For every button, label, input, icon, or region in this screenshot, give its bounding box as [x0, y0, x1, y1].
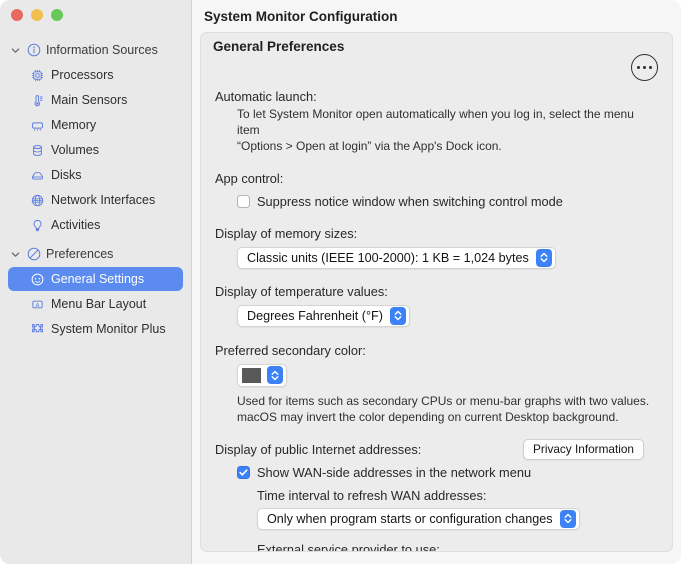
sidebar-item-activities[interactable]: Activities [8, 213, 183, 237]
temperature-values-dropdown[interactable]: Degrees Fahrenheit (°F) [237, 304, 410, 327]
sidebar-item-label: Memory [51, 118, 97, 132]
sidebar-item-label: Disks [51, 168, 82, 182]
menubar-icon: A [30, 297, 45, 312]
sidebar-item-label: General Settings [51, 272, 145, 286]
show-wan-checkbox[interactable] [237, 465, 250, 479]
temperature-values-label: Display of temperature values: [215, 283, 388, 299]
suppress-notice-label: Suppress notice window when switching co… [257, 193, 563, 209]
main-area: System Monitor Configuration General Pre… [192, 0, 681, 564]
page-title: General Preferences [213, 39, 345, 54]
suppress-notice-checkbox-row[interactable]: Suppress notice window when switching co… [237, 194, 658, 209]
globe-icon [30, 193, 45, 208]
sidebar-item-disks[interactable]: Disks [8, 163, 183, 187]
show-wan-label: Show WAN-side addresses in the network m… [257, 464, 532, 480]
chevron-updown-icon[interactable] [559, 509, 576, 528]
automatic-launch-label: Automatic launch: [215, 89, 317, 104]
sidebar: Information Sources Processors Main Sens… [0, 0, 192, 564]
secondary-color-help-line2: macOS may invert the color depending on … [237, 409, 619, 424]
chevron-down-icon[interactable] [10, 249, 21, 260]
preferences-panel: General Preferences Automatic launch: To… [200, 32, 673, 552]
gear-circle-icon [30, 272, 45, 287]
memory-sizes-label: Display of memory sizes: [215, 225, 358, 241]
puzzle-icon [30, 322, 45, 337]
memory-sizes-value: Classic units (IEEE 100-2000): 1 KB = 1,… [247, 250, 529, 265]
lightbulb-icon [30, 218, 45, 233]
sidebar-item-network-interfaces[interactable]: Network Interfaces [8, 188, 183, 212]
sidebar-item-memory[interactable]: Memory [8, 113, 183, 137]
secondary-color-help: Used for items such as secondary CPUs or… [237, 394, 658, 426]
internet-addresses-row: Display of public Internet addresses: Pr… [215, 438, 658, 460]
chevron-updown-icon[interactable] [267, 366, 283, 385]
volumes-icon [30, 143, 45, 158]
system-monitor-configuration-window: Information Sources Processors Main Sens… [0, 0, 681, 564]
refresh-interval-dropdown[interactable]: Only when program starts or configuratio… [257, 507, 580, 530]
sidebar-item-volumes[interactable]: Volumes [8, 138, 183, 162]
sidebar-item-label: Network Interfaces [51, 193, 156, 207]
sidebar-item-label: System Monitor Plus [51, 322, 166, 336]
chevron-updown-icon[interactable] [389, 306, 406, 325]
sidebar-item-menu-bar-layout[interactable]: A Menu Bar Layout [8, 292, 183, 316]
sidebar-item-label: Volumes [51, 143, 99, 157]
sidebar-group-preferences[interactable]: Preferences [0, 242, 191, 266]
memory-sizes-dropdown[interactable]: Classic units (IEEE 100-2000): 1 KB = 1,… [237, 246, 556, 269]
close-window-button[interactable] [11, 9, 23, 21]
sidebar-nav: Information Sources Processors Main Sens… [0, 38, 191, 342]
memory-icon [30, 118, 45, 133]
refresh-interval-label: Time interval to refresh WAN addresses: [257, 487, 487, 503]
secondary-color-help-line1: Used for items such as secondary CPUs or… [237, 393, 650, 408]
slash-circle-icon [26, 247, 41, 262]
sidebar-group-label: Preferences [46, 247, 114, 261]
service-provider-label: External service provider to use: [257, 541, 440, 552]
automatic-launch-help-line2: “Options > Open at login” via the App's … [237, 138, 502, 153]
refresh-interval-value: Only when program starts or configuratio… [267, 511, 553, 526]
app-control-label: App control: [215, 170, 284, 186]
automatic-launch-help: To let System Monitor open automatically… [237, 107, 658, 155]
disk-icon [30, 168, 45, 183]
info-circle-icon [26, 43, 41, 58]
chevron-updown-icon[interactable] [535, 248, 552, 267]
minimize-window-button[interactable] [31, 9, 43, 21]
preferences-content: Automatic launch: To let System Monitor … [201, 67, 672, 551]
traffic-lights [11, 9, 63, 21]
sidebar-item-label: Activities [51, 218, 101, 232]
thermometer-icon [30, 93, 45, 108]
secondary-color-well[interactable] [237, 363, 287, 387]
sidebar-group-label: Information Sources [46, 43, 158, 57]
sidebar-item-label: Processors [51, 68, 114, 82]
sidebar-item-system-monitor-plus[interactable]: System Monitor Plus [8, 317, 183, 341]
color-swatch[interactable] [242, 367, 261, 383]
sidebar-item-label: Main Sensors [51, 93, 128, 107]
automatic-launch-help-line1: To let System Monitor open automatically… [237, 107, 634, 137]
sidebar-item-label: Menu Bar Layout [51, 297, 147, 311]
sidebar-item-main-sensors[interactable]: Main Sensors [8, 88, 183, 112]
secondary-color-label: Preferred secondary color: [215, 342, 366, 358]
show-wan-checkbox-row[interactable]: Show WAN-side addresses in the network m… [237, 465, 658, 480]
sidebar-group-information-sources[interactable]: Information Sources [0, 38, 191, 62]
window-title: System Monitor Configuration [204, 8, 398, 24]
internet-addresses-label: Display of public Internet addresses: [215, 441, 422, 457]
maximize-window-button[interactable] [51, 9, 63, 21]
svg-text:A: A [36, 302, 40, 308]
window-titlebar: System Monitor Configuration [192, 0, 681, 32]
sidebar-item-general-settings[interactable]: General Settings [8, 267, 183, 291]
privacy-information-button[interactable]: Privacy Information [523, 438, 644, 460]
cpu-chip-icon [30, 68, 45, 83]
chevron-down-icon[interactable] [10, 45, 21, 56]
temperature-values-value: Degrees Fahrenheit (°F) [247, 308, 383, 323]
sidebar-item-processors[interactable]: Processors [8, 63, 183, 87]
suppress-notice-checkbox[interactable] [237, 194, 250, 208]
